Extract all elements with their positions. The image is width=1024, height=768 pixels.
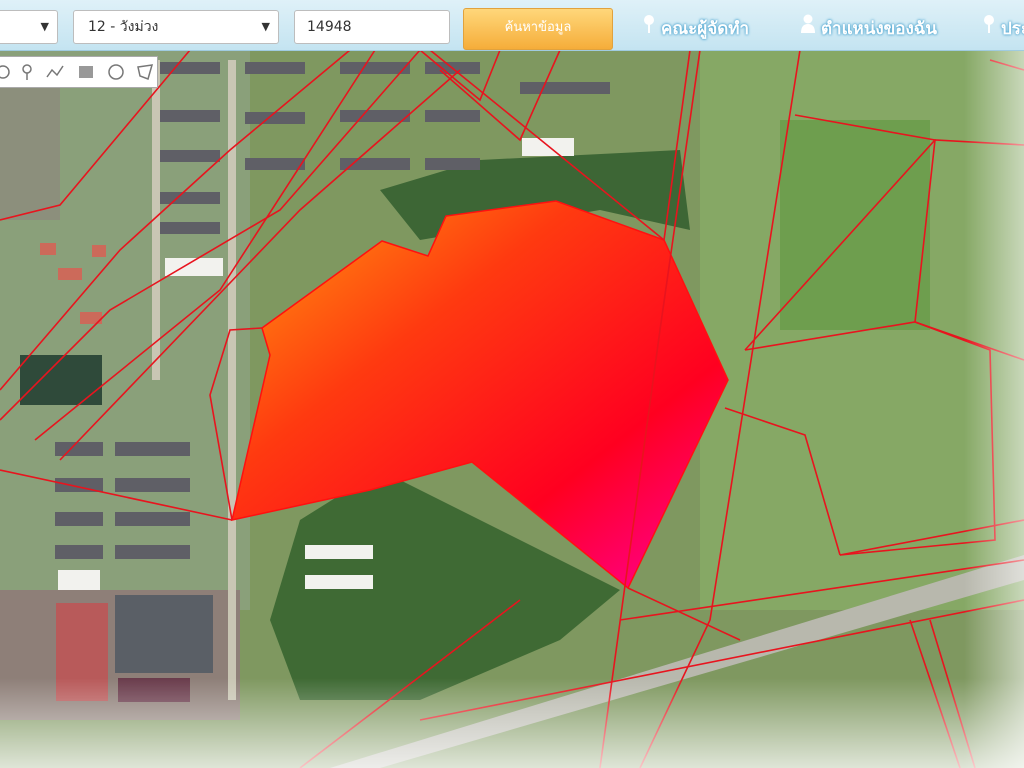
- draw-polygon-tool[interactable]: [136, 63, 154, 81]
- search-button[interactable]: ค้นหาข้อมูล: [463, 8, 613, 50]
- pond: [115, 595, 213, 673]
- circle-icon: [108, 64, 124, 80]
- pin-icon: [982, 14, 996, 44]
- chevron-down-icon: ▼: [261, 20, 270, 33]
- nav-developers[interactable]: คณะผู้จัดทำ: [642, 14, 749, 44]
- person-icon: [800, 14, 816, 44]
- pond: [56, 603, 108, 701]
- pond: [118, 678, 190, 702]
- nav-more-label: ประ: [1001, 19, 1024, 39]
- parcel-number-input[interactable]: [294, 10, 450, 44]
- polyline-icon: [46, 65, 64, 78]
- subdistrict-select-value: 12 - วังม่วง: [88, 19, 159, 35]
- draw-line-tool[interactable]: [46, 63, 64, 81]
- draw-rectangle-tool[interactable]: [77, 63, 95, 81]
- subdistrict-select[interactable]: 12 - วังม่วง ▼: [73, 10, 279, 44]
- chevron-down-icon: ▼: [40, 20, 49, 33]
- pond: [20, 355, 102, 405]
- province-select[interactable]: ▼: [0, 10, 58, 44]
- road: [228, 60, 236, 700]
- hand-tool[interactable]: [0, 63, 12, 81]
- nav-developers-label: คณะผู้จัดทำ: [661, 19, 749, 39]
- satellite-map[interactable]: [0, 0, 1024, 768]
- marker-icon: [22, 64, 32, 80]
- field-patch: [0, 70, 60, 220]
- nav-my-location[interactable]: ตำแหน่งของฉัน: [800, 14, 937, 44]
- rectangle-icon: [79, 66, 93, 78]
- draw-toolbar: [0, 56, 158, 88]
- top-search-bar: ▼ 12 - วังม่วง ▼ ค้นหาข้อมูล คณะผู้จัดทำ…: [0, 0, 1024, 51]
- polygon-icon: [137, 64, 154, 80]
- draw-circle-tool[interactable]: [107, 63, 125, 81]
- pan-icon: [0, 65, 10, 79]
- draw-pin-tool[interactable]: [18, 63, 36, 81]
- pin-icon: [642, 14, 656, 44]
- crop-field: [780, 120, 930, 330]
- nav-my-location-label: ตำแหน่งของฉัน: [821, 19, 938, 39]
- nav-more[interactable]: ประ: [982, 14, 1024, 44]
